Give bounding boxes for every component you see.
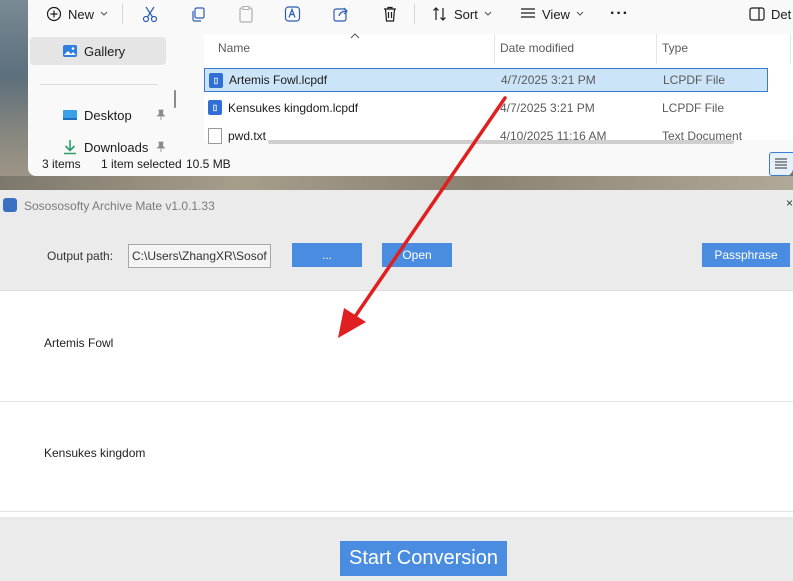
text-file-icon — [208, 128, 222, 144]
list-item[interactable]: Kensukes kingdom — [0, 401, 793, 512]
more-icon: ··· — [610, 5, 629, 22]
details-view-button[interactable] — [769, 152, 793, 176]
list-item[interactable]: Artemis Fowl — [0, 291, 793, 402]
file-name: Artemis Fowl.lcpdf — [229, 73, 328, 87]
sort-ascending-icon — [350, 33, 360, 39]
column-divider[interactable] — [790, 34, 791, 64]
lcpdf-file-icon: ▯ — [208, 100, 222, 115]
selection-count: 1 item selected — [101, 157, 182, 171]
output-path-input[interactable] — [128, 244, 271, 268]
copy-icon — [192, 7, 205, 22]
file-name: Kensukes kingdom.lcpdf — [228, 101, 359, 115]
file-row[interactable]: ▯ Kensukes kingdom.lcpdf 4/7/2025 3:21 P… — [204, 96, 793, 120]
column-divider[interactable] — [494, 34, 495, 64]
sort-label: Sort — [454, 6, 478, 22]
app-logo-icon — [3, 198, 17, 212]
file-date: 4/7/2025 3:21 PM — [501, 73, 596, 87]
app-title: Sosososofty Archive Mate v1.0.1.33 — [24, 199, 215, 213]
file-type: LCPDF File — [663, 73, 726, 87]
scissors-icon — [142, 6, 158, 23]
share-icon — [333, 7, 348, 22]
download-icon — [64, 140, 76, 155]
column-header-type[interactable]: Type — [662, 41, 688, 55]
new-button[interactable]: New — [46, 3, 108, 25]
nav-label-gallery: Gallery — [84, 43, 126, 59]
file-date: 4/7/2025 3:21 PM — [500, 101, 595, 115]
delete-button[interactable] — [382, 3, 398, 25]
explorer-toolbar: New Sort View ··· Det — [28, 0, 793, 30]
gallery-icon — [63, 45, 77, 57]
plus-circle-icon — [46, 6, 62, 22]
desktop-wallpaper-strip — [0, 176, 793, 190]
book-title: Artemis Fowl — [44, 336, 114, 350]
output-path-label: Output path: — [47, 249, 114, 263]
clipboard-icon — [239, 6, 253, 23]
nav-scrollbar[interactable] — [174, 90, 176, 108]
view-button[interactable]: View — [520, 3, 584, 25]
app-titlebar: Sosososofty Archive Mate v1.0.1.33 × — [0, 190, 793, 220]
cut-button[interactable] — [142, 3, 158, 25]
file-row[interactable]: ▯ Artemis Fowl.lcpdf 4/7/2025 3:21 PM LC… — [204, 68, 768, 92]
share-button[interactable] — [332, 3, 350, 25]
start-conversion-button[interactable]: Start Conversion — [340, 541, 507, 576]
toolbar-divider — [414, 4, 415, 24]
lcpdf-file-icon: ▯ — [209, 73, 223, 88]
book-title: Kensukes kingdom — [44, 446, 146, 460]
sort-button[interactable]: Sort — [432, 3, 492, 25]
details-label: Det — [771, 6, 792, 22]
details-pane-icon — [749, 7, 765, 21]
horizontal-scrollbar[interactable] — [268, 140, 734, 144]
column-divider[interactable] — [656, 34, 657, 64]
nav-label-downloads: Downloads — [84, 139, 149, 155]
chevron-down-icon — [484, 11, 492, 16]
file-name: pwd.txt — [228, 129, 267, 143]
nav-label-desktop: Desktop — [84, 107, 132, 123]
copy-button[interactable] — [190, 3, 206, 25]
item-count: 3 items — [42, 157, 81, 171]
nav-item-desktop[interactable]: Desktop — [30, 101, 166, 129]
passphrase-button[interactable]: Passphrase — [702, 243, 790, 267]
toolbar-divider — [122, 4, 123, 24]
nav-item-gallery[interactable]: Gallery — [30, 37, 166, 65]
view-icon — [521, 8, 535, 18]
column-header-name[interactable]: Name — [218, 41, 250, 55]
browse-button[interactable]: ... — [292, 243, 362, 267]
file-explorer-window: New Sort View ··· Det Gallery Desktop Do… — [28, 0, 793, 176]
nav-divider — [40, 84, 158, 85]
desktop-icon — [63, 110, 77, 120]
selection-size: 10.5 MB — [186, 157, 231, 171]
file-row[interactable]: pwd.txt 4/10/2025 11:16 AM Text Document — [204, 124, 793, 148]
view-label: View — [542, 6, 570, 22]
book-list: Artemis Fowl Kensukes kingdom — [0, 290, 793, 517]
file-type: LCPDF File — [662, 101, 725, 115]
pin-icon — [156, 109, 166, 120]
pin-icon — [156, 141, 166, 152]
navigation-pane: Gallery Desktop Downloads — [28, 34, 178, 156]
new-label: New — [68, 6, 95, 22]
paste-button[interactable] — [238, 3, 254, 25]
details-pane-button[interactable]: Det — [749, 3, 791, 25]
file-list: Name Date modified Type ▯ Artemis Fowl.l… — [204, 33, 793, 144]
trash-icon — [384, 6, 396, 22]
status-bar: 3 items 1 item selected 10.5 MB — [28, 152, 793, 176]
rename-button[interactable] — [284, 3, 302, 25]
chevron-down-icon — [100, 11, 108, 16]
chevron-down-icon — [576, 11, 584, 16]
rename-icon — [284, 6, 301, 22]
column-header-date[interactable]: Date modified — [500, 41, 574, 55]
more-options-button[interactable]: ··· — [610, 3, 629, 25]
open-button[interactable]: Open — [382, 243, 452, 267]
close-icon[interactable]: × — [786, 196, 793, 210]
details-view-icon — [775, 158, 787, 169]
archive-mate-window: Sosososofty Archive Mate v1.0.1.33 × Out… — [0, 190, 793, 581]
sort-icon — [433, 7, 446, 21]
